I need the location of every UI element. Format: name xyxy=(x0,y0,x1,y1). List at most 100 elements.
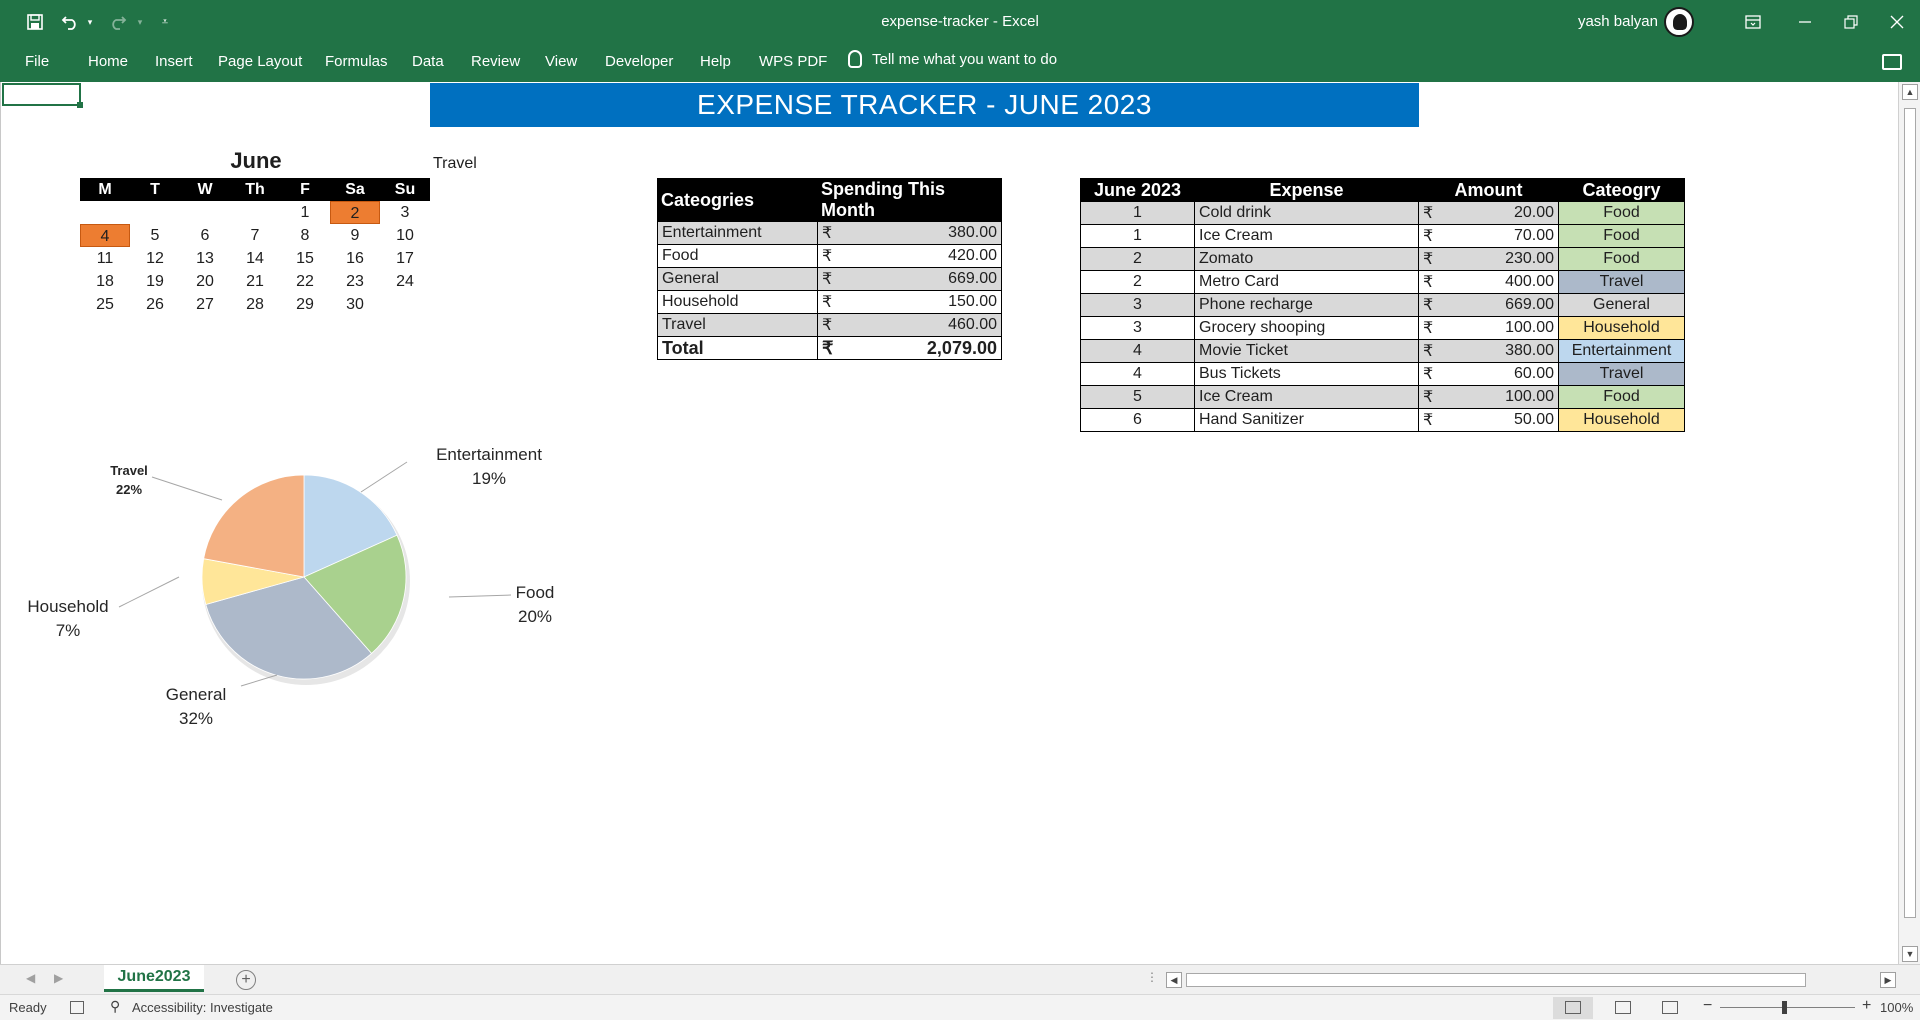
category-cell[interactable]: Household xyxy=(1558,408,1685,432)
menu-file[interactable]: File xyxy=(25,53,49,70)
calendar-day[interactable]: 7 xyxy=(230,224,280,247)
expense-cell[interactable]: Hand Sanitizer xyxy=(1194,408,1419,432)
day-cell[interactable]: 6 xyxy=(1080,408,1195,432)
macro-recording-icon[interactable] xyxy=(70,1001,84,1014)
zoom-out-icon[interactable]: − xyxy=(1703,997,1712,1015)
accessibility-icon[interactable]: ⚲ xyxy=(110,998,120,1015)
category-cell[interactable]: Travel xyxy=(1558,362,1685,386)
data-label-percent[interactable]: 7% xyxy=(56,621,81,640)
calendar-day[interactable]: 28 xyxy=(230,293,280,316)
category-cell[interactable]: Entertainment xyxy=(1558,339,1685,363)
calendar-day[interactable]: 27 xyxy=(180,293,230,316)
amount-cell[interactable]: 669.00 xyxy=(841,267,1002,291)
tell-me-search[interactable]: Tell me what you want to do xyxy=(848,50,1057,68)
zoom-in-icon[interactable]: + xyxy=(1862,997,1871,1015)
spending-header[interactable]: Spending This Month xyxy=(817,178,1002,222)
menu-page-layout[interactable]: Page Layout xyxy=(218,53,302,70)
amount-cell[interactable]: 150.00 xyxy=(841,290,1002,314)
split-handle-icon[interactable]: ⋮ xyxy=(1146,970,1158,984)
normal-view-icon[interactable] xyxy=(1553,997,1593,1019)
zoom-level[interactable]: 100% xyxy=(1880,1000,1913,1015)
calendar-day[interactable]: 11 xyxy=(80,247,130,270)
expense-cell[interactable]: Grocery shooping xyxy=(1194,316,1419,340)
data-label-category[interactable]: Entertainment xyxy=(436,445,542,464)
calendar-day[interactable]: 26 xyxy=(130,293,180,316)
amount-cell[interactable]: 100.00 xyxy=(1442,316,1559,340)
amount-cell[interactable]: 60.00 xyxy=(1442,362,1559,386)
zoom-slider-knob[interactable] xyxy=(1782,1001,1787,1014)
menu-wps-pdf[interactable]: WPS PDF xyxy=(759,53,827,70)
calendar-day[interactable]: 6 xyxy=(180,224,230,247)
expense-header[interactable]: Expense xyxy=(1194,178,1419,202)
data-label-percent[interactable]: 19% xyxy=(472,469,506,488)
selected-cell[interactable] xyxy=(2,83,83,108)
expense-cell[interactable]: Ice Cream xyxy=(1194,385,1419,409)
amount-header[interactable]: Amount xyxy=(1418,178,1559,202)
currency-symbol[interactable]: ₹ xyxy=(817,290,842,314)
category-cell[interactable]: Food xyxy=(1558,247,1685,271)
scroll-down-icon[interactable]: ▼ xyxy=(1902,946,1918,962)
calendar-day[interactable]: 16 xyxy=(330,247,380,270)
page-break-view-icon[interactable] xyxy=(1650,997,1690,1019)
currency-symbol[interactable]: ₹ xyxy=(817,267,842,291)
day-cell[interactable]: 5 xyxy=(1080,385,1195,409)
expense-cell[interactable]: Movie Ticket xyxy=(1194,339,1419,363)
day-cell[interactable]: 1 xyxy=(1080,224,1195,248)
accessibility-status[interactable]: Accessibility: Investigate xyxy=(132,1000,273,1015)
day-cell[interactable]: 2 xyxy=(1080,270,1195,294)
currency-symbol[interactable]: ₹ xyxy=(1418,224,1443,248)
amount-cell[interactable]: 230.00 xyxy=(1442,247,1559,271)
zoom-slider[interactable] xyxy=(1720,1001,1855,1014)
day-cell[interactable]: 4 xyxy=(1080,339,1195,363)
horizontal-scrollbar[interactable]: ◀ ▶ xyxy=(1166,969,1896,991)
calendar-day[interactable]: 8 xyxy=(280,224,330,247)
calendar-day[interactable]: 13 xyxy=(180,247,230,270)
scroll-right-icon[interactable]: ▶ xyxy=(1880,972,1896,988)
calendar-day[interactable]: 4 xyxy=(80,224,130,247)
amount-cell[interactable]: 20.00 xyxy=(1442,201,1559,225)
currency-symbol[interactable]: ₹ xyxy=(1418,339,1443,363)
amount-cell[interactable]: 420.00 xyxy=(841,244,1002,268)
day-cell[interactable]: 2 xyxy=(1080,247,1195,271)
expense-cell[interactable]: Zomato xyxy=(1194,247,1419,271)
category-cell[interactable]: Food xyxy=(657,244,818,268)
calendar-day[interactable]: 15 xyxy=(280,247,330,270)
minimize-icon[interactable] xyxy=(1782,8,1828,36)
calendar-day[interactable]: 21 xyxy=(230,270,280,293)
amount-cell[interactable]: 380.00 xyxy=(841,221,1002,245)
menu-data[interactable]: Data xyxy=(412,53,444,70)
calendar-day[interactable]: 25 xyxy=(80,293,130,316)
amount-cell[interactable]: 50.00 xyxy=(1442,408,1559,432)
expense-cell[interactable]: Phone recharge xyxy=(1194,293,1419,317)
calendar-day[interactable]: 9 xyxy=(330,224,380,247)
calendar-day[interactable]: 19 xyxy=(130,270,180,293)
expense-cell[interactable]: Cold drink xyxy=(1194,201,1419,225)
day-cell[interactable]: 4 xyxy=(1080,362,1195,386)
data-label-category[interactable]: Travel xyxy=(110,463,148,478)
user-name[interactable]: yash balyan xyxy=(1578,13,1658,30)
menu-home[interactable]: Home xyxy=(88,53,128,70)
spending-pie-chart[interactable]: Entertainment 19% Food 20% General 32% Househo… xyxy=(21,432,581,882)
menu-help[interactable]: Help xyxy=(700,53,731,70)
restore-icon[interactable] xyxy=(1828,8,1874,36)
amount-cell[interactable]: 400.00 xyxy=(1442,270,1559,294)
ribbon-display-icon[interactable] xyxy=(1730,8,1776,36)
page-layout-view-icon[interactable] xyxy=(1603,997,1643,1019)
currency-symbol[interactable]: ₹ xyxy=(817,336,842,360)
calendar-day[interactable]: 18 xyxy=(80,270,130,293)
menu-review[interactable]: Review xyxy=(471,53,520,70)
calendar-day[interactable]: 10 xyxy=(380,224,430,247)
calendar-day[interactable]: 1 xyxy=(280,201,330,224)
category-cell[interactable]: Food xyxy=(1558,201,1685,225)
scroll-left-icon[interactable]: ◀ xyxy=(1166,972,1182,988)
amount-cell[interactable]: 460.00 xyxy=(841,313,1002,337)
amount-cell[interactable]: 100.00 xyxy=(1442,385,1559,409)
currency-symbol[interactable]: ₹ xyxy=(1418,247,1443,271)
calendar-day[interactable]: 14 xyxy=(230,247,280,270)
calendar-day[interactable]: 3 xyxy=(380,201,430,224)
data-label-percent[interactable]: 20% xyxy=(518,607,552,626)
currency-symbol[interactable]: ₹ xyxy=(817,244,842,268)
currency-symbol[interactable]: ₹ xyxy=(1418,362,1443,386)
category-cell[interactable]: Household xyxy=(1558,316,1685,340)
menu-view[interactable]: View xyxy=(545,53,577,70)
